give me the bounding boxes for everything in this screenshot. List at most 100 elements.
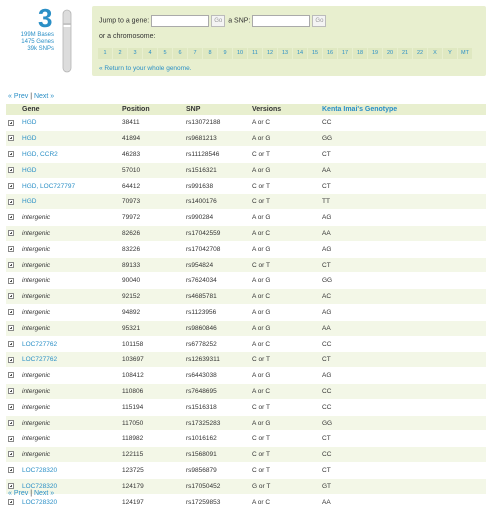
chromosome-link[interactable]: 22 bbox=[413, 48, 427, 59]
expand-plus-icon[interactable] bbox=[8, 435, 14, 442]
position-cell: 89133 bbox=[120, 256, 184, 273]
expand-plus-icon[interactable] bbox=[8, 467, 14, 474]
gene-cell: intergenic bbox=[20, 288, 120, 305]
chromosome-link[interactable]: 15 bbox=[308, 48, 322, 59]
chromosome-link[interactable]: 3 bbox=[128, 48, 142, 59]
expand-plus-icon[interactable] bbox=[8, 451, 14, 458]
snp-cell: rs990284 bbox=[184, 209, 250, 226]
chromosome-link[interactable]: 10 bbox=[233, 48, 247, 59]
versions-cell: C or T bbox=[250, 193, 320, 210]
chromosome-link[interactable]: 18 bbox=[353, 48, 367, 59]
genotype-cell: CC bbox=[320, 335, 486, 352]
expand-plus-icon[interactable] bbox=[8, 340, 14, 347]
chromosome-link[interactable]: 16 bbox=[323, 48, 337, 59]
snp-cell: rs7648695 bbox=[184, 383, 250, 400]
snp-cell: rs9856879 bbox=[184, 462, 250, 479]
snp-cell: rs1400176 bbox=[184, 193, 250, 210]
gene-go-button[interactable]: Go bbox=[211, 15, 226, 27]
gene-column-header[interactable]: Gene bbox=[20, 104, 120, 115]
gene-link[interactable]: HGD bbox=[22, 119, 36, 126]
versions-cell: A or G bbox=[250, 209, 320, 226]
expand-plus-icon[interactable] bbox=[8, 483, 14, 489]
chromosome-link[interactable]: MT bbox=[458, 48, 472, 59]
chromosome-link[interactable]: 12 bbox=[263, 48, 277, 59]
gene-link[interactable]: HGD, LOC727797 bbox=[22, 183, 75, 190]
genotype-cell: AG bbox=[320, 240, 486, 258]
position-column-header[interactable]: Position bbox=[120, 104, 184, 115]
position-cell: 118982 bbox=[120, 430, 184, 447]
return-to-genome-link[interactable]: « Return to your whole genome. bbox=[99, 65, 192, 72]
gene-search-input[interactable] bbox=[151, 15, 210, 27]
next-page-link[interactable]: Next » bbox=[34, 490, 54, 497]
gene-link[interactable]: LOC728320 bbox=[22, 499, 57, 506]
gene-link[interactable]: LOC727762 bbox=[22, 356, 57, 363]
chromosome-link[interactable]: 8 bbox=[203, 48, 217, 59]
genotype-column-header[interactable]: Kenta Imai's Genotype bbox=[320, 104, 486, 115]
chromosome-link[interactable]: 21 bbox=[398, 48, 412, 59]
snp-column-header[interactable]: SNP bbox=[184, 104, 250, 115]
chromosome-link[interactable]: 9 bbox=[218, 48, 232, 59]
prev-page-link[interactable]: « Prev bbox=[8, 93, 28, 100]
expand-plus-icon[interactable] bbox=[8, 119, 14, 126]
expand-plus-icon[interactable] bbox=[8, 356, 14, 363]
expand-plus-icon[interactable] bbox=[8, 198, 14, 205]
expand-plus-icon[interactable] bbox=[8, 309, 14, 316]
expand-plus-icon[interactable] bbox=[8, 230, 14, 237]
versions-cell: C or T bbox=[250, 146, 320, 163]
table-row: intergenic 79972 rs990284 A or G AG bbox=[6, 209, 486, 226]
table-row: intergenic 117050 rs17325283 A or G GG bbox=[6, 414, 486, 431]
expand-plus-icon[interactable] bbox=[8, 372, 14, 379]
gene-link[interactable]: HGD bbox=[22, 198, 36, 205]
genotype-cell: CC bbox=[320, 383, 486, 400]
chromosome-link[interactable]: 19 bbox=[368, 48, 382, 59]
expand-plus-icon[interactable] bbox=[8, 293, 14, 300]
chromosome-summary: 3 199M Bases 1475 Genes 39k SNPs bbox=[10, 5, 80, 73]
expand-plus-icon[interactable] bbox=[8, 277, 14, 284]
expand-plus-icon[interactable] bbox=[8, 151, 14, 158]
genotype-cell: CT bbox=[320, 351, 486, 368]
genotype-cell: CT bbox=[320, 146, 486, 163]
table-row: intergenic 110806 rs7648695 A or C CC bbox=[6, 383, 486, 400]
chromosome-link[interactable]: 5 bbox=[158, 48, 172, 59]
expand-plus-icon[interactable] bbox=[8, 325, 14, 332]
expand-plus-icon[interactable] bbox=[8, 261, 14, 268]
chromosome-link[interactable]: X bbox=[428, 48, 442, 59]
chromosome-link[interactable]: 14 bbox=[293, 48, 307, 59]
versions-cell: A or G bbox=[250, 272, 320, 289]
chromosome-link[interactable]: 1 bbox=[98, 48, 112, 59]
expand-plus-icon[interactable] bbox=[8, 214, 14, 221]
prev-page-link[interactable]: « Prev bbox=[8, 490, 28, 497]
expand-plus-icon[interactable] bbox=[8, 499, 14, 506]
position-cell: 83226 bbox=[120, 240, 184, 258]
expand-plus-icon[interactable] bbox=[8, 135, 14, 142]
gene-link[interactable]: HGD, CCR2 bbox=[22, 151, 58, 158]
chromosome-link[interactable]: 13 bbox=[278, 48, 292, 59]
gene-link[interactable]: HGD bbox=[22, 135, 36, 142]
snp-go-button[interactable]: Go bbox=[312, 15, 327, 27]
chromosome-link[interactable]: Y bbox=[443, 48, 457, 59]
expand-plus-icon[interactable] bbox=[8, 404, 14, 411]
expand-plus-icon[interactable] bbox=[8, 419, 14, 426]
gene-link[interactable]: HGD bbox=[22, 167, 36, 174]
table-row: intergenic 89133 rs954824 C or T CT bbox=[6, 256, 486, 273]
chromosome-link[interactable]: 2 bbox=[113, 48, 127, 59]
expand-plus-icon[interactable] bbox=[8, 388, 14, 395]
chromosome-link[interactable]: 6 bbox=[173, 48, 187, 59]
versions-column-header[interactable]: Versions bbox=[250, 104, 320, 115]
chromosome-link[interactable]: 4 bbox=[143, 48, 157, 59]
versions-cell: A or C bbox=[250, 335, 320, 352]
versions-cell: C or T bbox=[250, 177, 320, 194]
expand-plus-icon[interactable] bbox=[8, 182, 14, 189]
next-page-link[interactable]: Next » bbox=[34, 93, 54, 100]
chromosome-link[interactable]: 17 bbox=[338, 48, 352, 59]
gene-link[interactable]: LOC728320 bbox=[22, 467, 57, 474]
gene-cell: intergenic bbox=[20, 319, 120, 337]
snp-search-input[interactable] bbox=[252, 15, 311, 27]
expand-plus-icon[interactable] bbox=[8, 246, 14, 253]
gene-link[interactable]: LOC728320 bbox=[22, 483, 57, 490]
chromosome-link[interactable]: 20 bbox=[383, 48, 397, 59]
gene-link[interactable]: LOC727762 bbox=[22, 341, 57, 348]
expand-plus-icon[interactable] bbox=[8, 167, 14, 174]
chromosome-link[interactable]: 7 bbox=[188, 48, 202, 59]
chromosome-link[interactable]: 11 bbox=[248, 48, 262, 59]
